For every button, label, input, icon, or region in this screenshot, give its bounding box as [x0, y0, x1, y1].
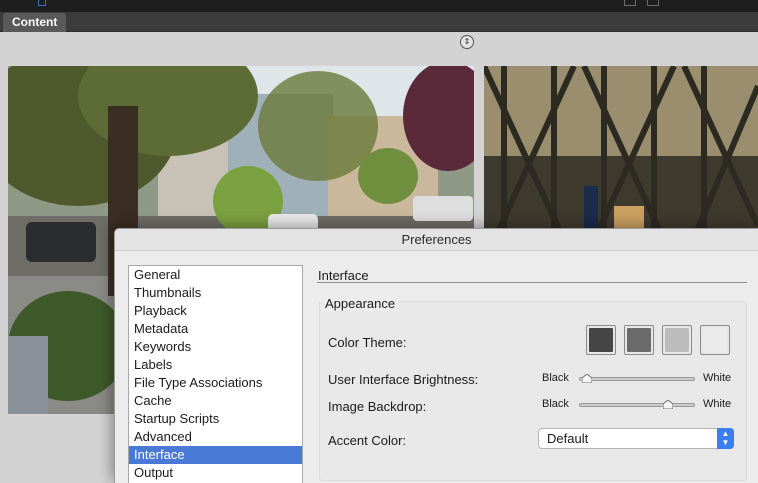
backdrop-slider-thumb[interactable] — [663, 400, 674, 409]
category-advanced[interactable]: Advanced — [129, 428, 302, 446]
backdrop-label: Image Backdrop: — [328, 399, 427, 414]
accent-color-label: Accent Color: — [328, 433, 407, 448]
color-theme-label: Color Theme: — [328, 335, 407, 350]
category-thumbnails[interactable]: Thumbnails — [129, 284, 302, 302]
backdrop-max-label: White — [703, 398, 732, 410]
category-output[interactable]: Output — [129, 464, 302, 482]
folder-icon[interactable] — [38, 0, 46, 6]
category-labels[interactable]: Labels — [129, 356, 302, 374]
preferences-dialog: Preferences General Thumbnails Playback … — [114, 228, 758, 483]
brightness-max-label: White — [703, 372, 732, 384]
category-metadata[interactable]: Metadata — [129, 320, 302, 338]
chevron-up-down-icon[interactable]: ▲ ▼ — [717, 428, 734, 449]
preferences-category-list[interactable]: General Thumbnails Playback Metadata Key… — [128, 265, 303, 483]
section-title: Interface — [318, 268, 369, 283]
accent-color-value: Default — [547, 431, 589, 446]
section-divider — [317, 282, 747, 283]
brightness-slider[interactable] — [579, 374, 695, 383]
color-theme-swatch-darkest[interactable] — [586, 325, 616, 355]
accent-color-select[interactable]: Default ▲ ▼ — [538, 428, 734, 449]
up-down-arrows-icon[interactable]: ⇕ — [460, 35, 474, 49]
category-general[interactable]: General — [129, 266, 302, 284]
swatch-fill — [665, 328, 689, 352]
swatch-fill — [703, 328, 727, 352]
category-keywords[interactable]: Keywords — [129, 338, 302, 356]
category-file-type-associations[interactable]: File Type Associations — [129, 374, 302, 392]
tab-content[interactable]: Content — [3, 13, 67, 32]
color-theme-swatch-light[interactable] — [662, 325, 692, 355]
swatch-fill — [627, 328, 651, 352]
swatch-fill — [589, 328, 613, 352]
application-title-bar — [0, 0, 758, 12]
view-icon[interactable] — [624, 0, 636, 6]
backdrop-min-label: Black — [542, 398, 569, 410]
category-startup-scripts[interactable]: Startup Scripts — [129, 410, 302, 428]
grid-icon[interactable] — [647, 0, 659, 6]
category-playback[interactable]: Playback — [129, 302, 302, 320]
backdrop-slider[interactable] — [579, 400, 695, 409]
color-theme-swatch-dark[interactable] — [624, 325, 654, 355]
panel-tab-bar: Content — [0, 12, 758, 32]
brightness-label: User Interface Brightness: — [328, 372, 479, 387]
category-cache[interactable]: Cache — [129, 392, 302, 410]
brightness-slider-thumb[interactable] — [582, 374, 593, 383]
preferences-title[interactable]: Preferences — [115, 229, 758, 251]
color-theme-swatch-lightest[interactable] — [700, 325, 730, 355]
category-interface[interactable]: Interface — [129, 446, 302, 464]
appearance-group-title: Appearance — [321, 296, 400, 311]
brightness-min-label: Black — [542, 372, 569, 384]
